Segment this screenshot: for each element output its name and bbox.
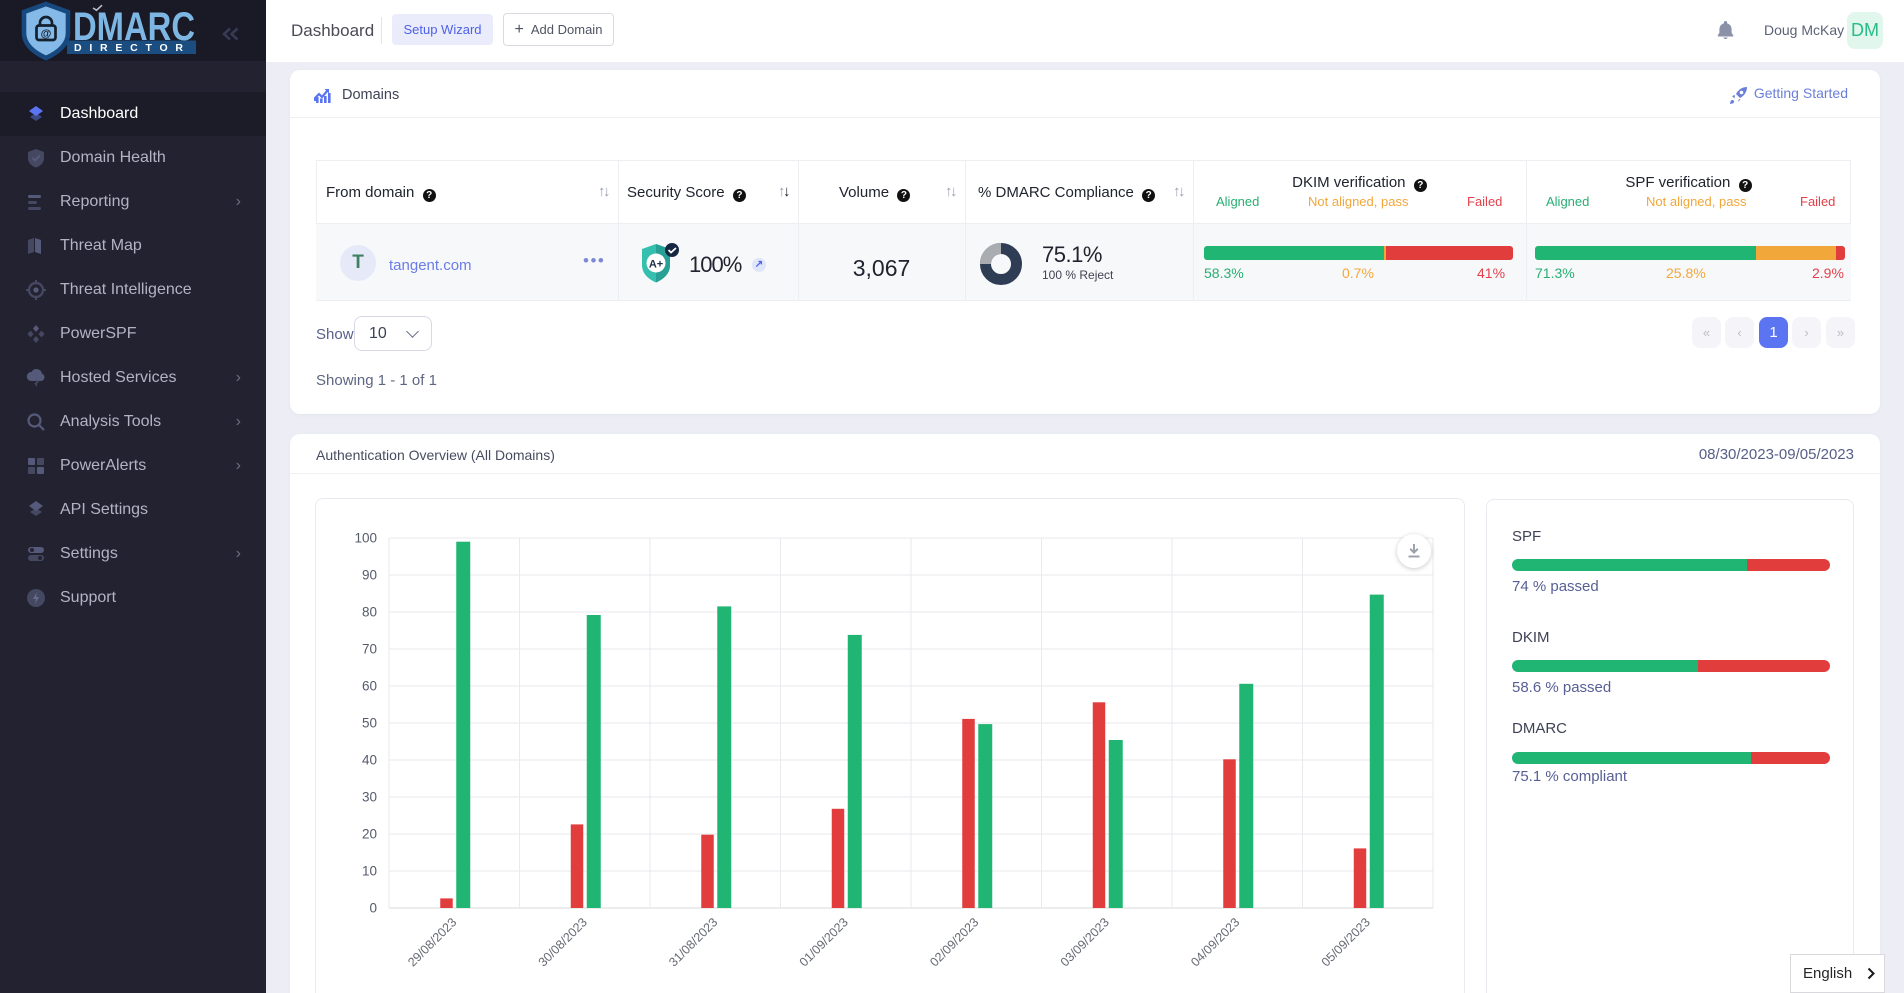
svg-text:03/09/2023: 03/09/2023 (1058, 915, 1112, 969)
svg-text:0: 0 (369, 901, 377, 916)
svg-text:80: 80 (362, 605, 377, 620)
svg-text:60: 60 (362, 679, 377, 694)
svg-text:02/09/2023: 02/09/2023 (927, 915, 981, 969)
svg-text:50: 50 (362, 716, 377, 731)
svg-text:29/08/2023: 29/08/2023 (405, 915, 459, 969)
svg-text:90: 90 (362, 568, 377, 583)
svg-text:30/08/2023: 30/08/2023 (536, 915, 590, 969)
svg-text:@: @ (41, 28, 52, 40)
svg-text:DMARC: DMARC (73, 5, 195, 49)
svg-text:10: 10 (362, 864, 377, 879)
svg-text:70: 70 (362, 642, 377, 657)
svg-text:30: 30 (362, 790, 377, 805)
svg-text:20: 20 (362, 827, 377, 842)
svg-text:04/09/2023: 04/09/2023 (1188, 915, 1242, 969)
svg-text:A+: A+ (649, 259, 663, 271)
svg-text:05/09/2023: 05/09/2023 (1319, 915, 1373, 969)
svg-text:100: 100 (354, 531, 377, 546)
svg-text:01/09/2023: 01/09/2023 (797, 915, 851, 969)
svg-text:40: 40 (362, 753, 377, 768)
svg-text:31/08/2023: 31/08/2023 (666, 915, 720, 969)
